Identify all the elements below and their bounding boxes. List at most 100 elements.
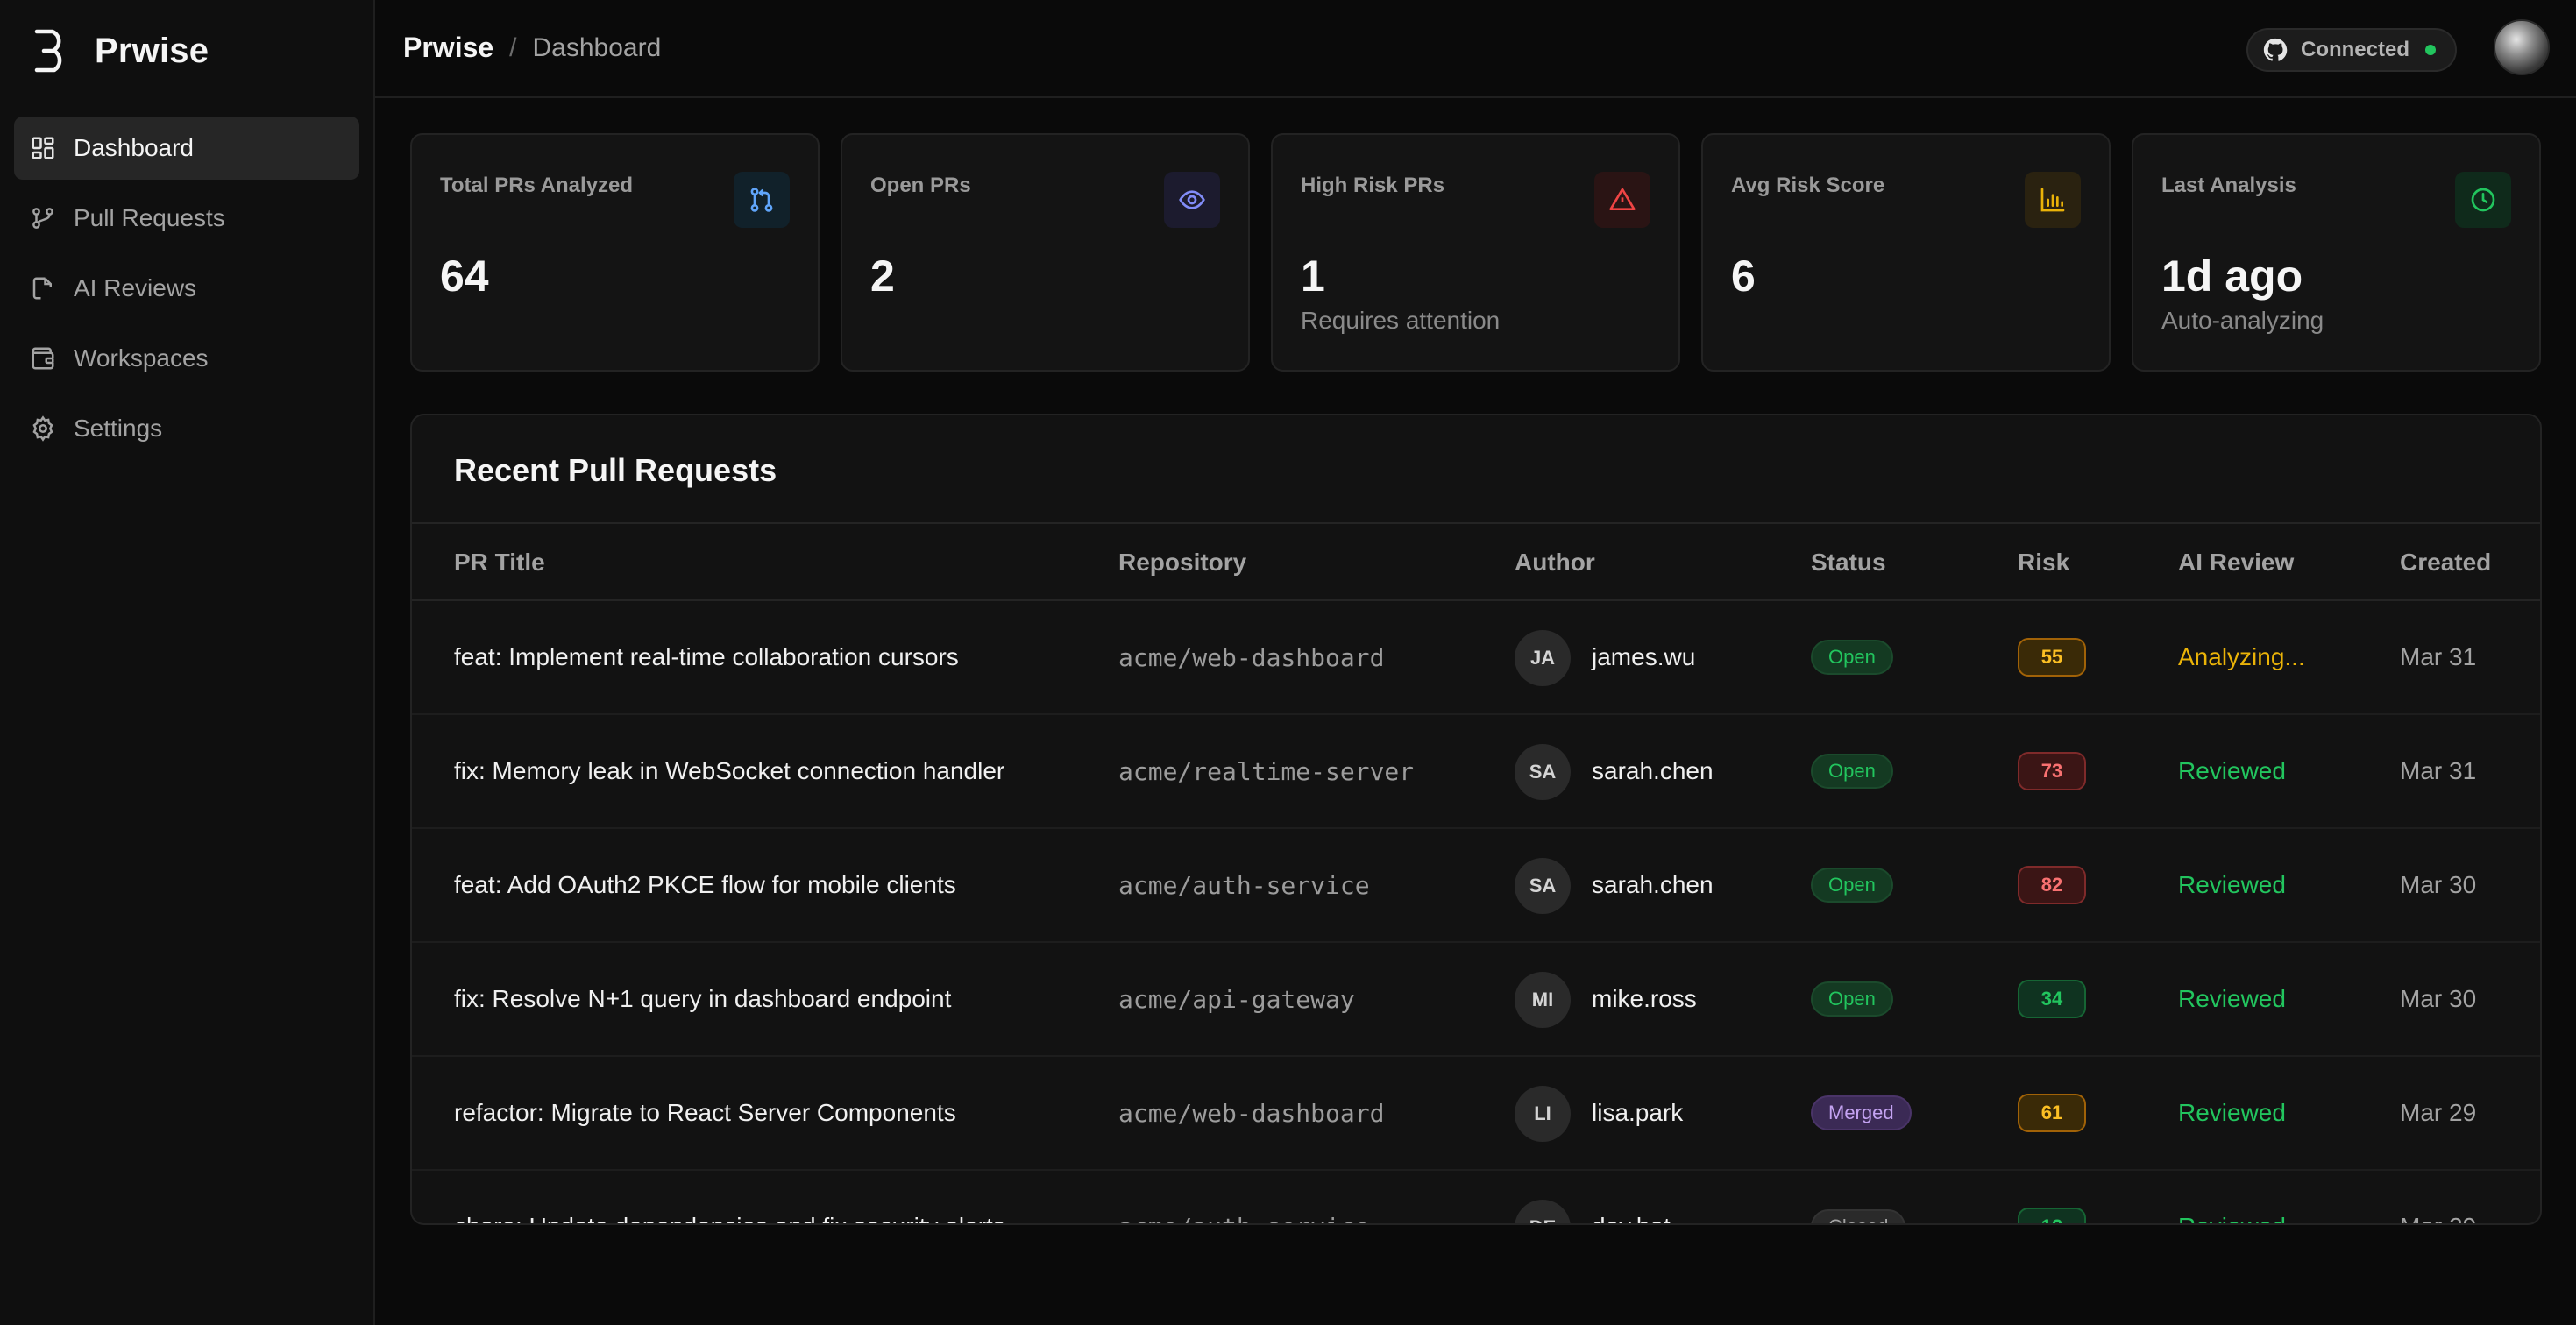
sidebar-item-dashboard[interactable]: Dashboard: [14, 117, 359, 180]
stat-subtext: Auto-analyzing: [2161, 307, 2324, 334]
avatar: SA: [1515, 744, 1571, 800]
sidebar-item-label: Workspaces: [74, 344, 209, 372]
app-root: Prwise Dashboard Pull Requests AI Review…: [0, 0, 2576, 1325]
brand-name: Prwise: [95, 31, 209, 70]
risk-badge: 82: [2018, 866, 2086, 904]
avatar: DE: [1515, 1200, 1571, 1223]
pr-title[interactable]: chore: Update dependencies and fix secur…: [454, 1213, 1005, 1223]
author-name: sarah.chen: [1592, 871, 1714, 898]
avatar: MI: [1515, 972, 1571, 1028]
stat-subtext: Requires attention: [1301, 307, 1501, 334]
topbar: Prwise / Dashboard Connected: [375, 0, 2576, 98]
risk-badge: 12: [2018, 1208, 2086, 1223]
avatar: JA: [1515, 630, 1571, 686]
github-connection-badge[interactable]: Connected: [2246, 28, 2457, 72]
author-name: mike.ross: [1592, 985, 1697, 1012]
file-review-icon: [30, 275, 56, 301]
risk-badge: 73: [2018, 752, 2086, 790]
status-badge: Open: [1811, 640, 1893, 675]
created-date: Mar 30: [2400, 985, 2477, 1012]
column-header-ai-review[interactable]: AI Review: [2178, 549, 2294, 577]
sidebar-item-workspaces[interactable]: Workspaces: [14, 327, 359, 390]
stat-value: 64: [440, 252, 489, 301]
stat-card-last-analysis: Last Analysis 1d ago Auto-analyzing: [2132, 133, 2541, 372]
repository: acme/web-dashboard: [1118, 643, 1385, 672]
repository: acme/api-gateway: [1118, 985, 1355, 1014]
status-badge: Open: [1811, 981, 1893, 1017]
sidebar-item-label: Pull Requests: [74, 204, 225, 231]
dashboard-icon: [30, 135, 56, 161]
column-header-created[interactable]: Created: [2400, 549, 2491, 577]
breadcrumb-current: Dashboard: [532, 32, 662, 62]
stat-card-high-risk: High Risk PRs 1 Requires attention: [1271, 133, 1680, 372]
repository: acme/auth-service: [1118, 1213, 1370, 1223]
ai-review-status: Reviewed: [2178, 1213, 2286, 1223]
column-header-status[interactable]: Status: [1811, 549, 1886, 577]
table-body: feat: Implement real-time collaboration …: [412, 601, 2540, 1223]
ai-review-status: Reviewed: [2178, 757, 2286, 784]
status-badge: Open: [1811, 868, 1893, 903]
table-row[interactable]: refactor: Migrate to React Server Compon…: [412, 1057, 2540, 1171]
pr-title[interactable]: feat: Implement real-time collaboration …: [454, 643, 959, 671]
clock-icon: [2455, 172, 2511, 228]
pr-title[interactable]: fix: Memory leak in WebSocket connection…: [454, 757, 1004, 785]
main-content: Prwise / Dashboard Connected Total PRs A…: [375, 0, 2576, 1325]
avatar: LI: [1515, 1086, 1571, 1142]
eye-icon: [1164, 172, 1220, 228]
table-row[interactable]: fix: Memory leak in WebSocket connection…: [412, 715, 2540, 829]
breadcrumb-root[interactable]: Prwise: [403, 32, 493, 64]
table-row[interactable]: feat: Implement real-time collaboration …: [412, 601, 2540, 715]
git-branch-icon: [30, 205, 56, 231]
recent-prs-panel: Recent Pull Requests PR Title Repository…: [410, 414, 2542, 1225]
column-header-author[interactable]: Author: [1515, 549, 1595, 577]
ai-review-status: Reviewed: [2178, 985, 2286, 1012]
repository: acme/auth-service: [1118, 871, 1370, 900]
column-header-repository[interactable]: Repository: [1118, 549, 1246, 577]
breadcrumb-separator: /: [509, 32, 517, 62]
pr-title[interactable]: fix: Resolve N+1 query in dashboard endp…: [454, 985, 951, 1013]
sidebar-item-ai-reviews[interactable]: AI Reviews: [14, 257, 359, 320]
risk-badge: 34: [2018, 980, 2086, 1018]
user-avatar[interactable]: [2494, 19, 2550, 75]
created-date: Mar 30: [2400, 871, 2477, 898]
stats-row: Total PRs Analyzed 64 Open PRs 2 High Ri…: [410, 133, 2542, 372]
author-name: dev.bot: [1592, 1213, 1671, 1223]
sidebar: Prwise Dashboard Pull Requests AI Review…: [0, 0, 375, 1325]
created-date: Mar 31: [2400, 757, 2477, 784]
table-row[interactable]: chore: Update dependencies and fix secur…: [412, 1171, 2540, 1223]
repository: acme/web-dashboard: [1118, 1099, 1385, 1128]
created-date: Mar 29: [2400, 1099, 2477, 1126]
panel-title: Recent Pull Requests: [454, 452, 777, 488]
created-date: Mar 31: [2400, 643, 2477, 670]
stat-card-avg-risk: Avg Risk Score 6: [1701, 133, 2111, 372]
status-badge: Closed: [1811, 1209, 1906, 1223]
gear-icon: [30, 415, 56, 442]
sidebar-item-settings[interactable]: Settings: [14, 397, 359, 460]
column-header-risk[interactable]: Risk: [2018, 549, 2069, 577]
sidebar-nav: Dashboard Pull Requests AI Reviews Works…: [14, 117, 359, 467]
ai-review-status: Analyzing...: [2178, 643, 2305, 670]
repository: acme/realtime-server: [1118, 757, 1415, 786]
column-header-pr-title[interactable]: PR Title: [454, 549, 545, 577]
brand[interactable]: Prwise: [32, 25, 209, 77]
pr-title[interactable]: feat: Add OAuth2 PKCE flow for mobile cl…: [454, 871, 956, 899]
table-row[interactable]: feat: Add OAuth2 PKCE flow for mobile cl…: [412, 829, 2540, 943]
stat-value: 1d ago: [2161, 252, 2303, 301]
author-name: james.wu: [1592, 643, 1696, 670]
stat-value: 2: [870, 252, 895, 301]
breadcrumb: Prwise / Dashboard: [403, 32, 661, 64]
sidebar-item-label: AI Reviews: [74, 274, 197, 301]
pr-title[interactable]: refactor: Migrate to React Server Compon…: [454, 1099, 956, 1127]
stat-value: 6: [1731, 252, 1756, 301]
stat-card-total-prs: Total PRs Analyzed 64: [410, 133, 820, 372]
status-badge: Merged: [1811, 1095, 1912, 1130]
sidebar-item-label: Settings: [74, 415, 163, 442]
github-icon: [2262, 37, 2289, 63]
wallet-icon: [30, 345, 56, 372]
sidebar-item-label: Dashboard: [74, 134, 194, 161]
stat-card-open-prs: Open PRs 2: [841, 133, 1250, 372]
sidebar-item-pull-requests[interactable]: Pull Requests: [14, 187, 359, 250]
author-name: sarah.chen: [1592, 757, 1714, 784]
connection-status-dot: [2425, 45, 2436, 55]
table-row[interactable]: fix: Resolve N+1 query in dashboard endp…: [412, 943, 2540, 1057]
